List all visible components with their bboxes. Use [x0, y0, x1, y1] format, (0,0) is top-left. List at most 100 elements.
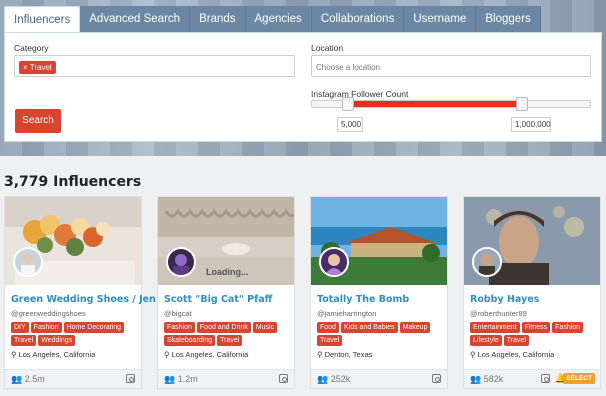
follower-count: 582k [483, 374, 504, 384]
follower-max-handle[interactable] [516, 97, 528, 111]
category-chip-travel[interactable]: × Travel [19, 61, 56, 74]
tag[interactable]: Food [317, 322, 339, 333]
tab-advanced-search[interactable]: Advanced Search [80, 6, 191, 32]
category-field[interactable]: × Travel [14, 55, 295, 77]
card-footer: 👥 1.2m [158, 369, 294, 388]
tag[interactable]: Travel [317, 335, 343, 346]
location: ⚲ Los Angeles, California [11, 350, 95, 359]
follower-max-input[interactable]: 1,000,000 [511, 117, 551, 132]
location-label: Location [311, 43, 344, 53]
instagram-icon[interactable] [541, 374, 550, 383]
influencer-handle: @greenweddingshoes [11, 309, 86, 318]
follower-count-label: Instagram Follower Count [311, 89, 409, 99]
tag[interactable]: Skateboarding [164, 335, 216, 346]
tab-agencies[interactable]: Agencies [245, 6, 312, 32]
influencer-name[interactable]: Green Wedding Shoes / Jen [11, 294, 156, 305]
card-cover-image [464, 197, 600, 285]
follower-count: 252k [330, 374, 351, 384]
follower-count: 1.2m [177, 374, 198, 384]
tag[interactable]: Weddings [38, 335, 76, 346]
influencer-name[interactable]: Robby Hayes [470, 294, 539, 305]
tab-brands[interactable]: Brands [190, 6, 246, 32]
avatar [319, 247, 349, 277]
followers: 👥 252k [317, 374, 350, 385]
results-count: 3,779 Influencers [4, 174, 142, 190]
influencer-card[interactable]: Loading... Scott "Big Cat" Pfaff @bigcat… [157, 196, 295, 389]
influencer-name[interactable]: Scott "Big Cat" Pfaff [164, 294, 272, 305]
tag[interactable]: Music [252, 322, 278, 333]
tag[interactable]: Travel [503, 335, 529, 346]
avatar [13, 247, 43, 277]
location-text: Los Angeles, California [171, 350, 249, 359]
select-badge[interactable]: SELECT [563, 373, 595, 384]
instagram-icon[interactable] [432, 374, 441, 383]
tag-list: Food Kids and Babies Makeup Travel [317, 322, 445, 346]
users-icon: 👥 [470, 374, 482, 384]
users-icon: 👥 [11, 374, 23, 384]
location-placeholder: Choose a location [316, 63, 381, 72]
tag[interactable]: Fitness [521, 322, 551, 333]
location-text: Los Angeles, California [477, 350, 555, 359]
influencer-handle: @jamieharrington [317, 309, 377, 318]
avatar [166, 247, 196, 277]
tag[interactable]: Makeup [399, 322, 431, 333]
tag[interactable]: Fashion [164, 322, 195, 333]
tag[interactable]: Food and Drink [196, 322, 251, 333]
tag-list: Fashion Food and Drink Music Skateboardi… [164, 322, 292, 346]
card-cover-image [311, 197, 447, 285]
tag[interactable]: Travel [217, 335, 243, 346]
card-footer: 👥 252k [311, 369, 447, 388]
map-pin-icon: ⚲ [164, 350, 170, 359]
follower-slider-range [348, 101, 520, 107]
influencer-handle: @bigcat [164, 309, 192, 318]
influencer-card[interactable]: Robby Hayes @roberthunter89 Entertainmen… [463, 196, 601, 389]
tab-influencers[interactable]: Influencers [4, 6, 81, 32]
category-label: Category [14, 43, 49, 53]
avatar [472, 247, 502, 277]
location: ⚲ Los Angeles, California [470, 350, 554, 359]
tag[interactable]: Fashion [30, 322, 62, 333]
follower-count: 2.5m [24, 374, 45, 384]
card-cover-image: Loading... [158, 197, 294, 285]
loading-text: Loading... [206, 267, 249, 277]
tag[interactable]: Entertainment [470, 322, 520, 333]
instagram-icon[interactable] [279, 374, 288, 383]
influencer-name[interactable]: Totally The Bomb [317, 294, 409, 305]
map-pin-icon: ⚲ [470, 350, 476, 359]
influencer-handle: @roberthunter89 [470, 309, 527, 318]
card-cover-image [5, 197, 141, 285]
followers: 👥 582k [470, 374, 503, 385]
location: ⚲ Denton, Texas [317, 350, 372, 359]
map-pin-icon: ⚲ [317, 350, 323, 359]
tab-collaborations[interactable]: Collaborations [311, 6, 405, 32]
card-footer: 👥 582k 🔔 SELECT [464, 369, 600, 388]
influencer-card[interactable]: Totally The Bomb @jamieharrington Food K… [310, 196, 448, 389]
followers: 👥 1.2m [164, 374, 198, 385]
location: ⚲ Los Angeles, California [164, 350, 248, 359]
follower-slider[interactable] [311, 97, 591, 111]
tab-username[interactable]: Username [404, 6, 477, 32]
tag-list: Entertainment Fitness Fashion Lifestyle … [470, 322, 598, 346]
users-icon: 👥 [317, 374, 329, 384]
tag[interactable]: Home Decorating [63, 322, 125, 333]
tag[interactable]: Fashion [552, 322, 584, 333]
location-field[interactable]: Choose a location [311, 55, 591, 77]
tag[interactable]: Lifestyle [470, 335, 502, 346]
follower-min-input[interactable]: 5,000 [337, 117, 363, 132]
users-icon: 👥 [164, 374, 176, 384]
tag-list: DIY Fashion Home Decorating Travel Weddi… [11, 322, 139, 346]
tag[interactable]: Travel [11, 335, 37, 346]
follower-min-handle[interactable] [342, 97, 354, 111]
location-text: Los Angeles, California [18, 350, 96, 359]
location-text: Denton, Texas [324, 350, 373, 359]
followers: 👥 2.5m [11, 374, 45, 385]
instagram-icon[interactable] [126, 374, 135, 383]
tag[interactable]: Kids and Babies [340, 322, 398, 333]
tab-bloggers[interactable]: Bloggers [476, 6, 541, 32]
influencer-card[interactable]: Green Wedding Shoes / Jen @greenweddings… [4, 196, 156, 389]
card-footer: 👥 2.5m [5, 369, 141, 388]
search-panel: Category × Travel Location Choose a loca… [4, 32, 602, 142]
tag[interactable]: DIY [11, 322, 29, 333]
search-button[interactable]: Search [15, 109, 61, 133]
main-tabs: Influencers Advanced Search Brands Agenc… [4, 6, 541, 32]
